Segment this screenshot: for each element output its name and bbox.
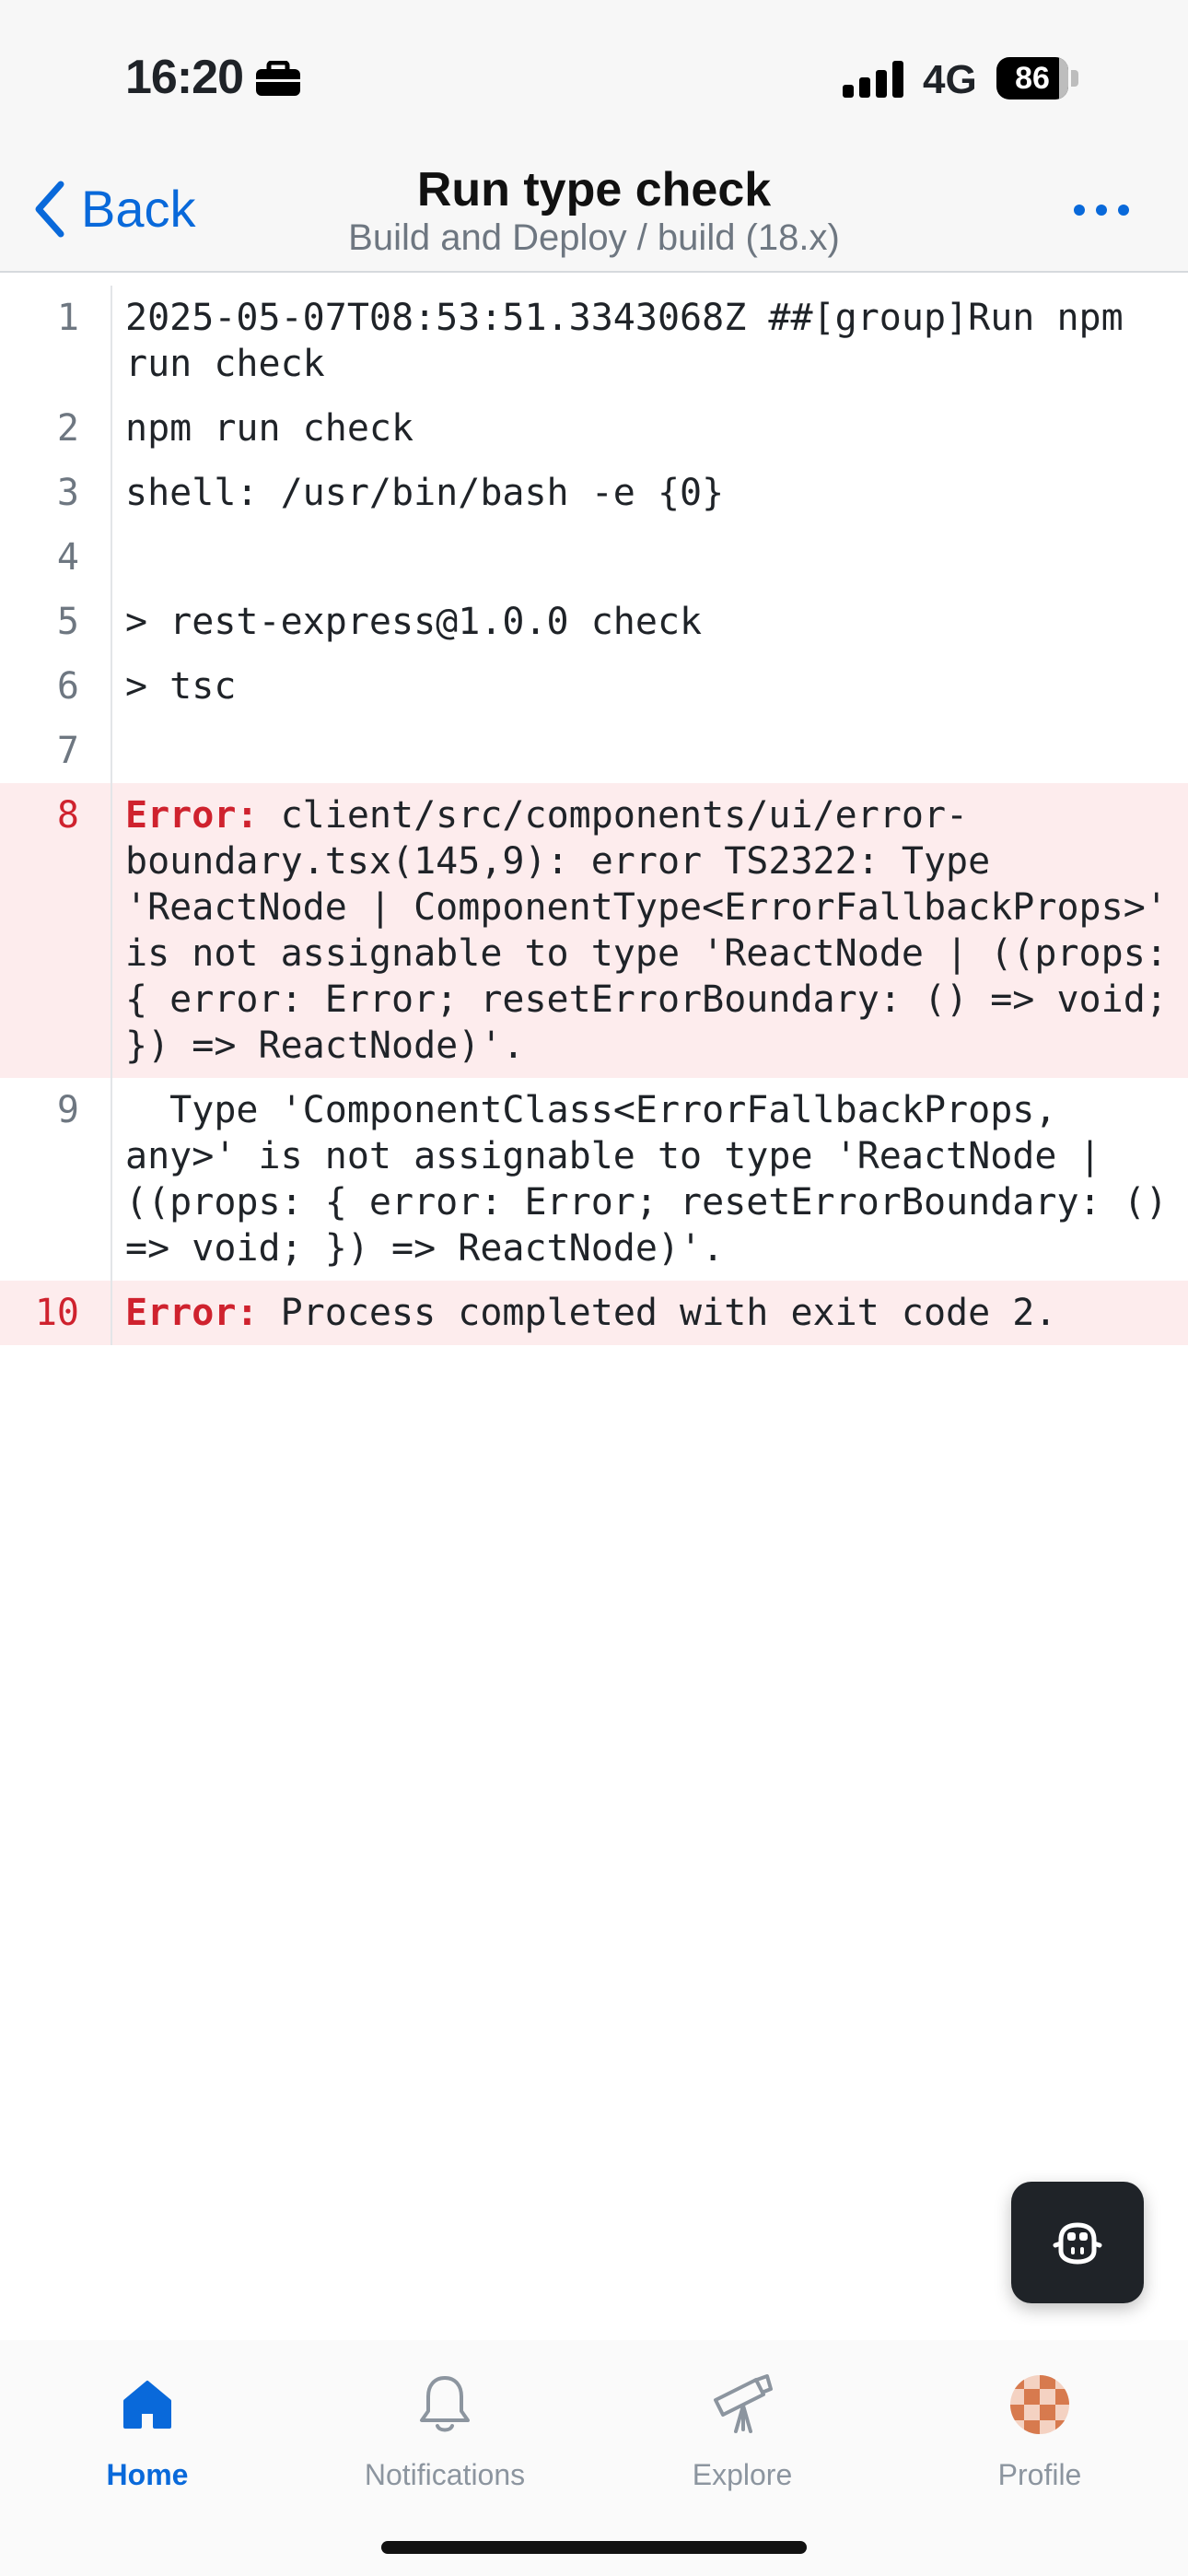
line-number: 1 [0,286,112,396]
page-title: Run type check [416,163,772,217]
bell-icon [420,2376,470,2432]
log-line: 5 > rest-express@1.0.0 check [0,590,1188,654]
more-options-button[interactable] [1074,205,1129,216]
tab-label: Home [106,2458,189,2491]
line-text: Error: Process completed with exit code … [112,1281,1188,1345]
log-view[interactable]: 1 2025-05-07T08:53:51.3343068Z ##[group]… [0,273,1188,1345]
page-subtitle: Build and Deploy / build (18.x) [348,217,840,258]
log-line: 1 2025-05-07T08:53:51.3343068Z ##[group]… [0,273,1188,396]
tab-label: Profile [997,2458,1082,2491]
log-line: 6 > tsc [0,654,1188,719]
tab-label: Notifications [364,2458,526,2491]
status-time: 16:20 [125,50,302,105]
line-number: 4 [0,525,112,590]
log-line: 4 [0,525,1188,590]
line-text [112,719,1188,783]
line-number: 2 [0,396,112,461]
home-icon [123,2381,171,2429]
tab-profile[interactable]: Profile [920,2368,1159,2492]
line-text: 2025-05-07T08:53:51.3343068Z ##[group]Ru… [125,297,1146,385]
battery-level: 86 [1015,60,1050,96]
network-type: 4G [923,57,977,102]
line-number: 9 [0,1078,112,1281]
tab-label: Explore [692,2458,793,2491]
briefcase-icon [256,61,300,96]
battery-icon: 86 [996,57,1079,100]
error-label: Error: [125,794,259,837]
tab-notifications[interactable]: Notifications [325,2368,565,2492]
error-label: Error: [125,1292,259,1334]
line-number: 10 [0,1281,112,1345]
line-text: npm run check [125,407,414,450]
status-bar: 16:20 4G 86 [0,0,1188,157]
log-line-error: 10 Error: Process completed with exit co… [0,1281,1188,1345]
log-line: 2 npm run check [0,396,1188,461]
avatar-icon [1010,2375,1069,2434]
line-text: shell: /usr/bin/bash -e {0} [125,472,725,514]
log-line-error: 8 Error: client/src/components/ui/error-… [0,783,1188,1078]
copilot-button[interactable] [1011,2182,1144,2303]
line-text [112,525,1188,590]
error-message: Process completed with exit code 2. [258,1292,1057,1334]
nav-header: Back Run type check Build and Deploy / b… [0,157,1188,273]
log-line: 7 [0,719,1188,783]
line-text: > tsc [125,665,237,708]
line-number: 3 [0,461,112,525]
line-text: > rest-express@1.0.0 check [125,601,703,643]
tab-home[interactable]: Home [28,2368,267,2492]
status-time-text: 16:20 [125,51,244,104]
error-message: client/src/components/ui/error-boundary.… [125,794,1188,1067]
log-line: 9 Type 'ComponentClass<ErrorFallbackProp… [0,1078,1188,1281]
home-indicator[interactable] [381,2541,807,2554]
line-number: 6 [0,654,112,719]
cellular-signal-icon [843,61,903,98]
telescope-icon [714,2374,773,2433]
line-text: Type 'ComponentClass<ErrorFallbackProps,… [125,1089,1188,1270]
more-dots-icon [1074,205,1085,216]
line-number: 5 [0,590,112,654]
line-text: Error: client/src/components/ui/error-bo… [112,783,1188,1078]
tab-explore[interactable]: Explore [623,2368,862,2492]
log-line: 3 shell: /usr/bin/bash -e {0} [0,461,1188,525]
line-number: 7 [0,719,112,783]
copilot-icon [1053,2222,1102,2265]
line-number: 8 [0,783,112,1078]
